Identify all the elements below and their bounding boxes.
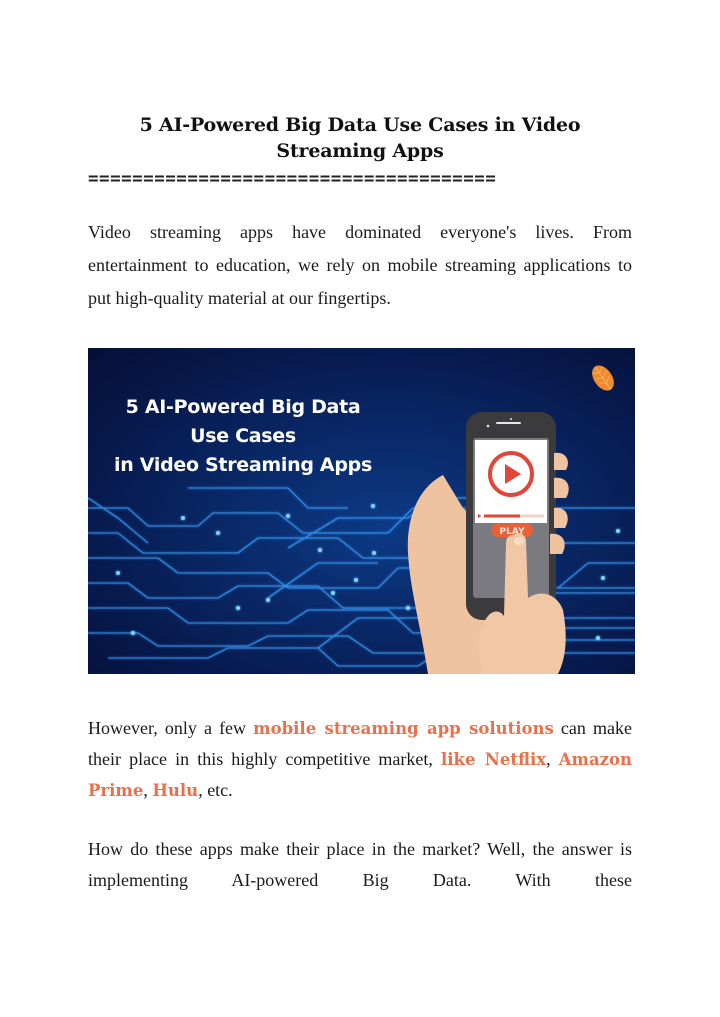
circuit-line: [557, 562, 635, 589]
fingertip: [514, 537, 524, 545]
video-progress-fill: [484, 514, 520, 518]
text-segment: , etc.: [198, 780, 233, 800]
title-underline-rule: =====================================: [88, 169, 497, 189]
link-mobile-streaming-app-solutions[interactable]: mobile streaming app solutions: [253, 719, 554, 738]
banner-headline-line-2: Use Cases: [190, 425, 296, 447]
circuit-node: [331, 591, 335, 595]
circuit-line: [188, 487, 348, 509]
circuit-node: [406, 606, 410, 610]
phone-camera: [486, 424, 490, 428]
circuit-node: [181, 516, 185, 520]
banner-headline-line-1: 5 AI-Powered Big Data: [125, 396, 361, 418]
circuit-node: [131, 631, 135, 635]
title-line-1: 5 AI-Powered Big Data Use Cases in Video: [139, 114, 581, 136]
circuit-line: [267, 562, 378, 599]
circuit-node: [372, 551, 376, 555]
hero-banner-image: PLAY 5 AI-Powered Big Data Use Cases in …: [88, 348, 635, 674]
text-segment: ,: [546, 749, 559, 769]
intro-paragraph: Video streaming apps have dominated ever…: [88, 222, 632, 308]
circuit-node: [266, 598, 270, 602]
finger: [554, 477, 569, 498]
text-segment: However, only a few: [88, 718, 254, 738]
circuit-node: [318, 548, 322, 552]
circuit-node: [236, 606, 240, 610]
circuit-node: [371, 504, 375, 508]
link-hulu[interactable]: Hulu: [152, 781, 198, 800]
title-line-2: Streaming Apps: [276, 140, 444, 162]
banner-headline-line-3: in Video Streaming Apps: [114, 454, 372, 476]
hand-holding-phone-illustration: PLAY: [407, 412, 569, 674]
circuit-line: [88, 497, 149, 544]
document-title: 5 AI-Powered Big Data Use Cases in Video…: [88, 112, 632, 164]
circuit-node: [286, 514, 290, 518]
question-paragraph: How do these apps make their place in th…: [88, 839, 632, 890]
circuit-node: [616, 529, 620, 533]
leaf-logo-icon: [592, 365, 614, 391]
finger: [550, 533, 565, 554]
finger: [554, 452, 568, 470]
link-like-netflix[interactable]: like Netflix: [441, 750, 546, 769]
circuit-node: [596, 636, 600, 640]
circuit-node: [216, 531, 220, 535]
banner-headline: 5 AI-Powered Big Data Use Cases in Video…: [98, 393, 388, 480]
phone-sensor: [510, 418, 512, 420]
document-page: 5 AI-Powered Big Data Use Cases in Video…: [0, 0, 720, 1017]
text-segment: ,: [143, 780, 153, 800]
circuit-node: [116, 571, 120, 575]
circuit-node: [354, 578, 358, 582]
finger: [554, 507, 568, 528]
market-paragraph: However, only a few mobile streaming app…: [88, 713, 632, 806]
circuit-node: [601, 576, 605, 580]
